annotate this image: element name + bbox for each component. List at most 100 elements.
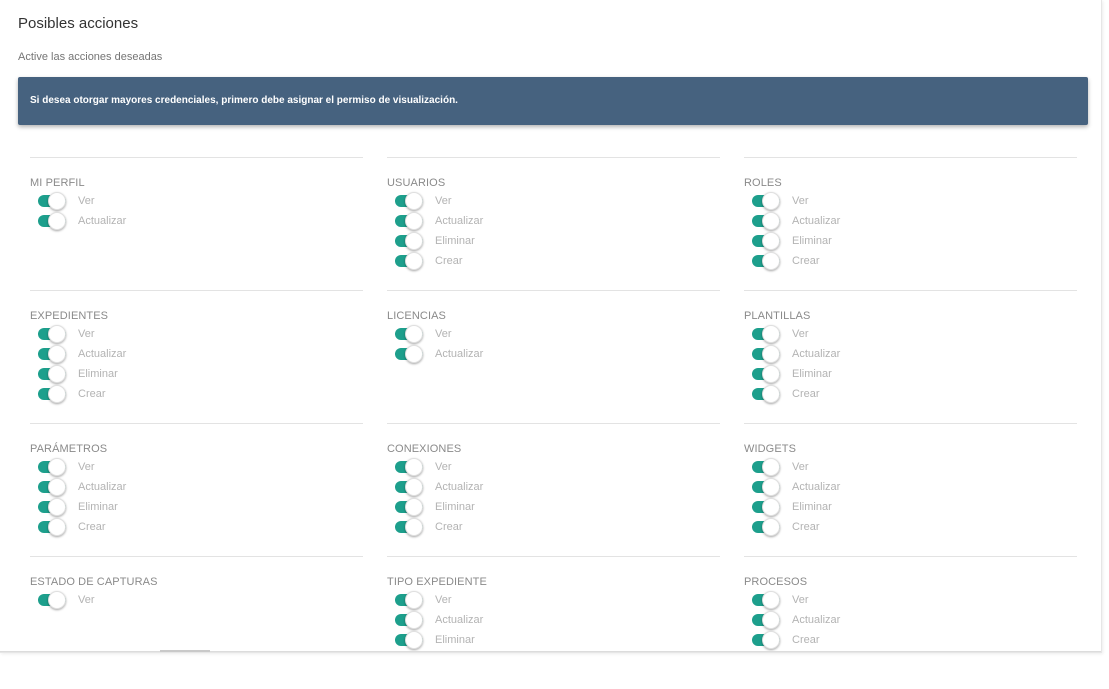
permission-row: Ver	[395, 324, 720, 344]
permission-toggle[interactable]	[395, 610, 423, 630]
section-title: PARÁMETROS	[30, 443, 108, 455]
permission-toggle[interactable]	[395, 517, 423, 537]
permission-toggle[interactable]	[38, 344, 66, 364]
permission-toggle[interactable]	[38, 517, 66, 537]
permission-row: Ver	[752, 590, 1077, 610]
toggle-knob	[405, 192, 423, 210]
permission-label: Ver	[435, 195, 452, 207]
permission-label: Crear	[792, 388, 820, 400]
toggle-knob	[405, 325, 423, 343]
permission-toggle[interactable]	[752, 384, 780, 404]
permission-row: Crear	[752, 384, 1077, 404]
permission-label: Crear	[435, 521, 463, 533]
permission-toggle[interactable]	[752, 457, 780, 477]
toggle-knob	[762, 591, 780, 609]
permission-label: Eliminar	[792, 501, 832, 513]
permission-row: Actualizar	[752, 610, 1077, 630]
permission-row: Eliminar	[752, 497, 1077, 517]
permission-row: Actualizar	[38, 344, 363, 364]
permission-section: EXPEDIENTES Ver Actualizar Eliminar Crear	[30, 290, 363, 423]
toggle-knob	[405, 212, 423, 230]
toggle-knob	[762, 458, 780, 476]
permission-toggle[interactable]	[38, 324, 66, 344]
permission-row: Actualizar	[395, 610, 720, 630]
permission-toggle[interactable]	[395, 324, 423, 344]
permission-toggle[interactable]	[395, 477, 423, 497]
permission-label: Ver	[792, 461, 809, 473]
permission-toggle[interactable]	[38, 384, 66, 404]
permission-toggle[interactable]	[395, 457, 423, 477]
permission-row: Crear	[38, 384, 363, 404]
permission-toggle[interactable]	[395, 211, 423, 231]
toggle-knob	[762, 252, 780, 270]
permission-toggle[interactable]	[38, 211, 66, 231]
permission-toggle[interactable]	[38, 590, 66, 610]
permission-row: Crear	[395, 251, 720, 271]
permission-toggle[interactable]	[395, 191, 423, 211]
permission-row: Actualizar	[395, 344, 720, 364]
permission-row: Ver	[38, 457, 363, 477]
permission-toggle[interactable]	[752, 364, 780, 384]
permission-toggle[interactable]	[752, 610, 780, 630]
permission-row: Actualizar	[395, 211, 720, 231]
permission-row: Actualizar	[395, 477, 720, 497]
permission-toggle[interactable]	[38, 457, 66, 477]
permission-label: Actualizar	[435, 614, 484, 626]
permission-label: Actualizar	[435, 215, 484, 227]
toggle-knob	[48, 345, 66, 363]
permission-toggle[interactable]	[752, 517, 780, 537]
permission-label: Actualizar	[78, 348, 127, 360]
section-title: CONEXIONES	[387, 443, 462, 455]
toggle-knob	[405, 345, 423, 363]
permission-toggle[interactable]	[395, 497, 423, 517]
permission-toggle[interactable]	[752, 324, 780, 344]
permission-toggle[interactable]	[752, 231, 780, 251]
permission-toggle[interactable]	[752, 477, 780, 497]
permission-row: Actualizar	[38, 211, 363, 231]
permission-row: Eliminar	[752, 231, 1077, 251]
toggle-knob	[762, 518, 780, 536]
section-title: EXPEDIENTES	[30, 310, 109, 322]
toggle-knob	[762, 478, 780, 496]
permission-toggle[interactable]	[395, 231, 423, 251]
permission-row: Actualizar	[752, 211, 1077, 231]
permission-label: Actualizar	[78, 215, 127, 227]
toggle-knob	[405, 478, 423, 496]
section-title: LICENCIAS	[387, 310, 446, 322]
permission-row: Ver	[395, 457, 720, 477]
permission-label: Actualizar	[435, 348, 484, 360]
permission-toggle[interactable]	[752, 497, 780, 517]
toggle-knob	[405, 232, 423, 250]
permission-toggle[interactable]	[752, 191, 780, 211]
permission-label: Ver	[792, 594, 809, 606]
permission-section: TIPO EXPEDIENTE Ver Actualizar Eliminar	[387, 556, 720, 689]
permission-toggle[interactable]	[395, 630, 423, 650]
permissions-grid: MI PERFIL Ver Actualizar USUARIOS Ver Actuali…	[30, 157, 1077, 689]
permission-label: Crear	[435, 255, 463, 267]
permission-toggle[interactable]	[752, 211, 780, 231]
permission-toggle[interactable]	[395, 344, 423, 364]
permission-row: Eliminar	[395, 497, 720, 517]
page-subtitle: Active las acciones deseadas	[18, 51, 163, 63]
permission-label: Eliminar	[792, 235, 832, 247]
permission-toggle[interactable]	[752, 590, 780, 610]
section-title: WIDGETS	[744, 443, 797, 455]
permission-toggle[interactable]	[38, 477, 66, 497]
permission-label: Ver	[78, 461, 95, 473]
permission-toggle[interactable]	[38, 191, 66, 211]
toggle-knob	[405, 591, 423, 609]
permission-toggle[interactable]	[38, 497, 66, 517]
toggle-knob	[405, 518, 423, 536]
toggle-knob	[48, 365, 66, 383]
permission-row: Crear	[38, 517, 363, 537]
permission-toggle[interactable]	[752, 630, 780, 650]
permission-label: Ver	[792, 328, 809, 340]
permission-toggle[interactable]	[395, 251, 423, 271]
permission-section: MI PERFIL Ver Actualizar	[30, 157, 363, 290]
permission-toggle[interactable]	[38, 364, 66, 384]
permission-toggle[interactable]	[752, 344, 780, 364]
permission-row: Crear	[752, 630, 1077, 650]
permission-label: Ver	[435, 461, 452, 473]
permission-toggle[interactable]	[752, 251, 780, 271]
permission-toggle[interactable]	[395, 590, 423, 610]
